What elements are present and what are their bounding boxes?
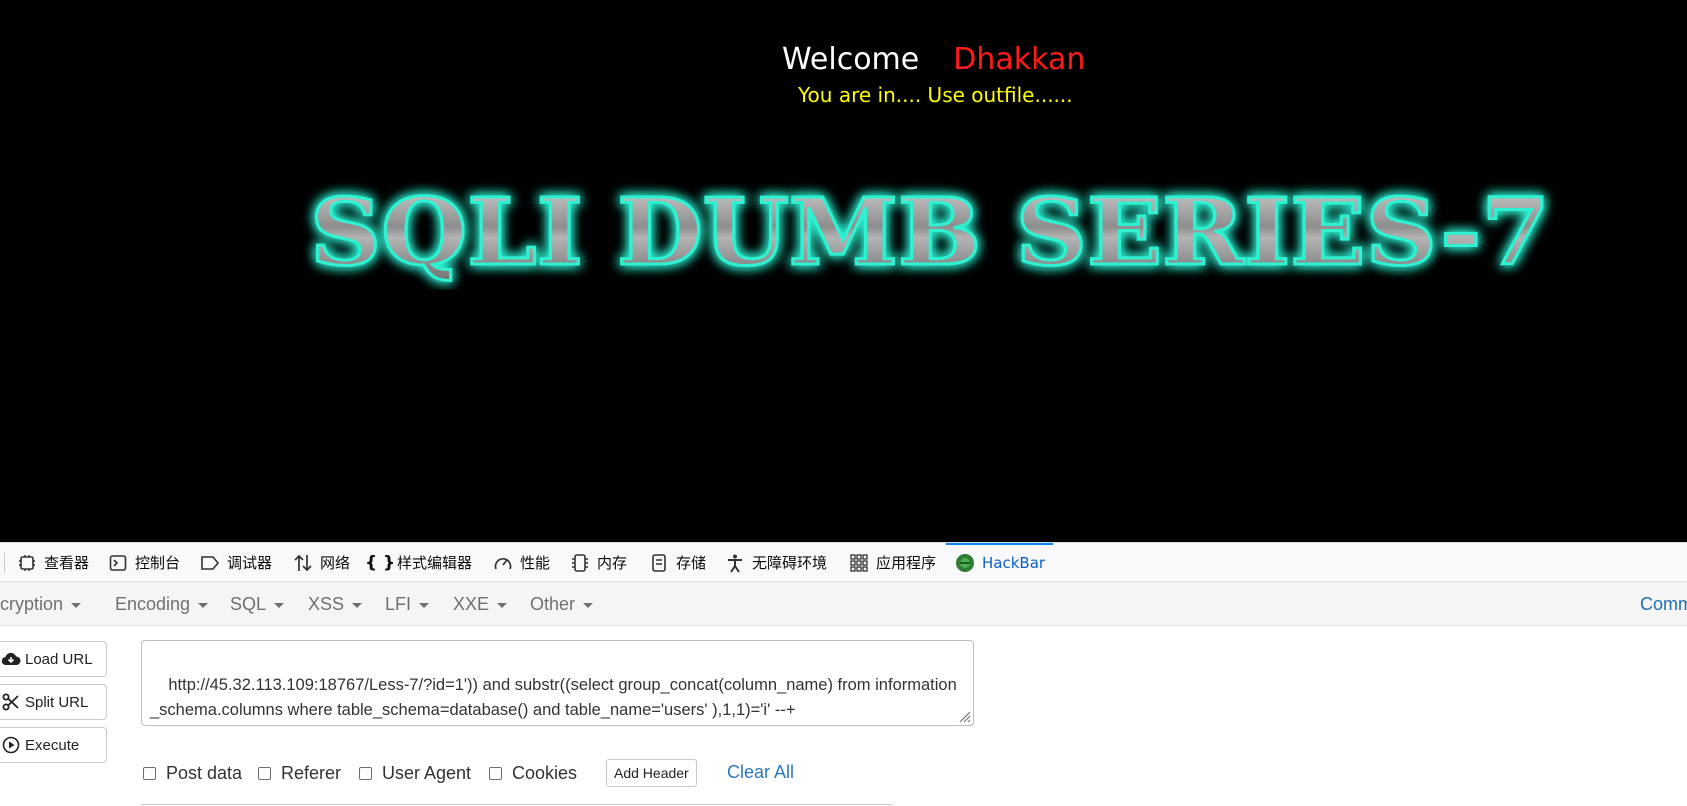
tab-storage[interactable]: 存储	[648, 543, 706, 582]
style-editor-icon: { }	[364, 552, 396, 573]
commands-link[interactable]: Comm	[1640, 594, 1687, 615]
tab-accessibility[interactable]: 无障碍环境	[724, 543, 827, 582]
network-icon	[292, 552, 314, 574]
add-header-button[interactable]: Add Header	[606, 759, 697, 787]
tab-debugger[interactable]: 调试器	[199, 543, 272, 582]
page-viewport: Welcome Dhakkan You are in.... Use outfil…	[0, 0, 1687, 542]
menu-label: Encryption	[0, 594, 64, 614]
user-name: Dhakkan	[953, 42, 1086, 77]
welcome-line: Welcome Dhakkan	[782, 42, 1085, 77]
cloud-download-icon	[1, 649, 21, 669]
chevron-down-icon	[71, 602, 82, 608]
welcome-text: Welcome	[782, 42, 920, 77]
menu-label: XXE	[453, 594, 490, 614]
url-textarea[interactable]: http://45.32.113.109:18767/Less-7/?id=1'…	[141, 640, 974, 726]
tab-label: HackBar	[982, 553, 1046, 572]
banner-text: SQLI DUMB SERIES-7	[310, 180, 1550, 286]
chevron-down-icon	[198, 602, 209, 608]
menu-xss[interactable]: XSS	[308, 594, 363, 615]
tab-label: 性能	[520, 554, 551, 572]
hackbar-icon	[954, 552, 976, 574]
user-agent-checkbox[interactable]	[359, 767, 372, 780]
resize-grip-icon[interactable]	[957, 709, 971, 723]
menu-xxe[interactable]: XXE	[453, 594, 508, 615]
referer-checkbox[interactable]	[258, 767, 271, 780]
menu-other[interactable]: Other	[530, 594, 594, 615]
tab-label: 样式编辑器	[397, 554, 473, 572]
load-url-button[interactable]: Load URL	[0, 641, 107, 677]
tab-performance[interactable]: 性能	[492, 543, 550, 582]
tab-label: 网络	[320, 554, 351, 572]
option-label: Referer	[281, 763, 342, 783]
tab-console[interactable]: 控制台	[107, 543, 180, 582]
hackbar-body: Load URL Split URL Execute http://45.32.…	[0, 626, 1687, 806]
menu-label: XSS	[308, 594, 345, 614]
tab-label: 调试器	[227, 554, 273, 572]
option-label: Post data	[166, 763, 243, 783]
split-url-button[interactable]: Split URL	[0, 684, 107, 720]
tab-hackbar[interactable]: HackBar	[945, 543, 1054, 582]
cookies-checkbox[interactable]	[489, 767, 502, 780]
referer-option[interactable]: Referer	[258, 763, 341, 784]
menu-label: SQL	[230, 594, 267, 614]
chevron-down-icon	[497, 602, 508, 608]
url-value: http://45.32.113.109:18767/Less-7/?id=1'…	[150, 676, 957, 719]
chevron-down-icon	[352, 602, 363, 608]
application-icon	[848, 552, 870, 574]
execute-button[interactable]: Execute	[0, 727, 107, 763]
performance-icon	[492, 552, 514, 574]
storage-icon	[648, 552, 670, 574]
tab-network[interactable]: 网络	[292, 543, 350, 582]
toolbar-divider	[4, 553, 5, 573]
banner-title-image: SQLI DUMB SERIES-7	[309, 180, 1552, 288]
tab-label: 控制台	[135, 554, 181, 572]
debugger-icon	[199, 552, 221, 574]
status-message: You are in.... Use outfile......	[798, 83, 1073, 107]
tab-application[interactable]: 应用程序	[848, 543, 936, 582]
console-icon	[107, 552, 129, 574]
option-label: Cookies	[512, 763, 578, 783]
devtools-tab-bar: 查看器 控制台 调试器 网络 { } 样式编辑器 性能 内存 存储 无障碍环境 …	[0, 542, 1687, 582]
menu-sql[interactable]: SQL	[230, 594, 285, 615]
tab-label: 查看器	[44, 554, 90, 572]
post-data-checkbox[interactable]	[143, 767, 156, 780]
hackbar-menu: Encryption Encoding SQL XSS LFI XXE Othe…	[0, 582, 1687, 626]
tab-style-editor[interactable]: { } 样式编辑器	[364, 543, 473, 582]
button-label: Load URL	[25, 650, 93, 668]
chevron-down-icon	[583, 602, 594, 608]
tab-memory[interactable]: 内存	[569, 543, 627, 582]
menu-label: LFI	[385, 594, 412, 614]
option-label: User Agent	[382, 763, 472, 783]
memory-icon	[569, 552, 591, 574]
cookies-option[interactable]: Cookies	[489, 763, 577, 784]
scissors-icon	[1, 692, 21, 712]
post-data-option[interactable]: Post data	[143, 763, 242, 784]
menu-label: Other	[530, 594, 576, 614]
button-label: Execute	[25, 736, 80, 754]
menu-lfi[interactable]: LFI	[385, 594, 430, 615]
menu-label: Encoding	[115, 594, 191, 614]
tab-inspector[interactable]: 查看器	[16, 543, 89, 582]
button-label: Split URL	[25, 693, 89, 711]
inspector-icon	[16, 552, 38, 574]
chevron-down-icon	[419, 602, 430, 608]
divider	[141, 804, 893, 805]
tab-label: 存储	[676, 554, 707, 572]
tab-label: 应用程序	[876, 554, 937, 572]
play-circle-icon	[1, 735, 21, 755]
menu-encryption[interactable]: Encryption	[0, 594, 82, 615]
accessibility-icon	[724, 552, 746, 574]
menu-encoding[interactable]: Encoding	[115, 594, 209, 615]
clear-all-link[interactable]: Clear All	[727, 762, 794, 783]
chevron-down-icon	[274, 602, 285, 608]
tab-label: 无障碍环境	[752, 554, 828, 572]
tab-label: 内存	[597, 554, 628, 572]
user-agent-option[interactable]: User Agent	[359, 763, 471, 784]
